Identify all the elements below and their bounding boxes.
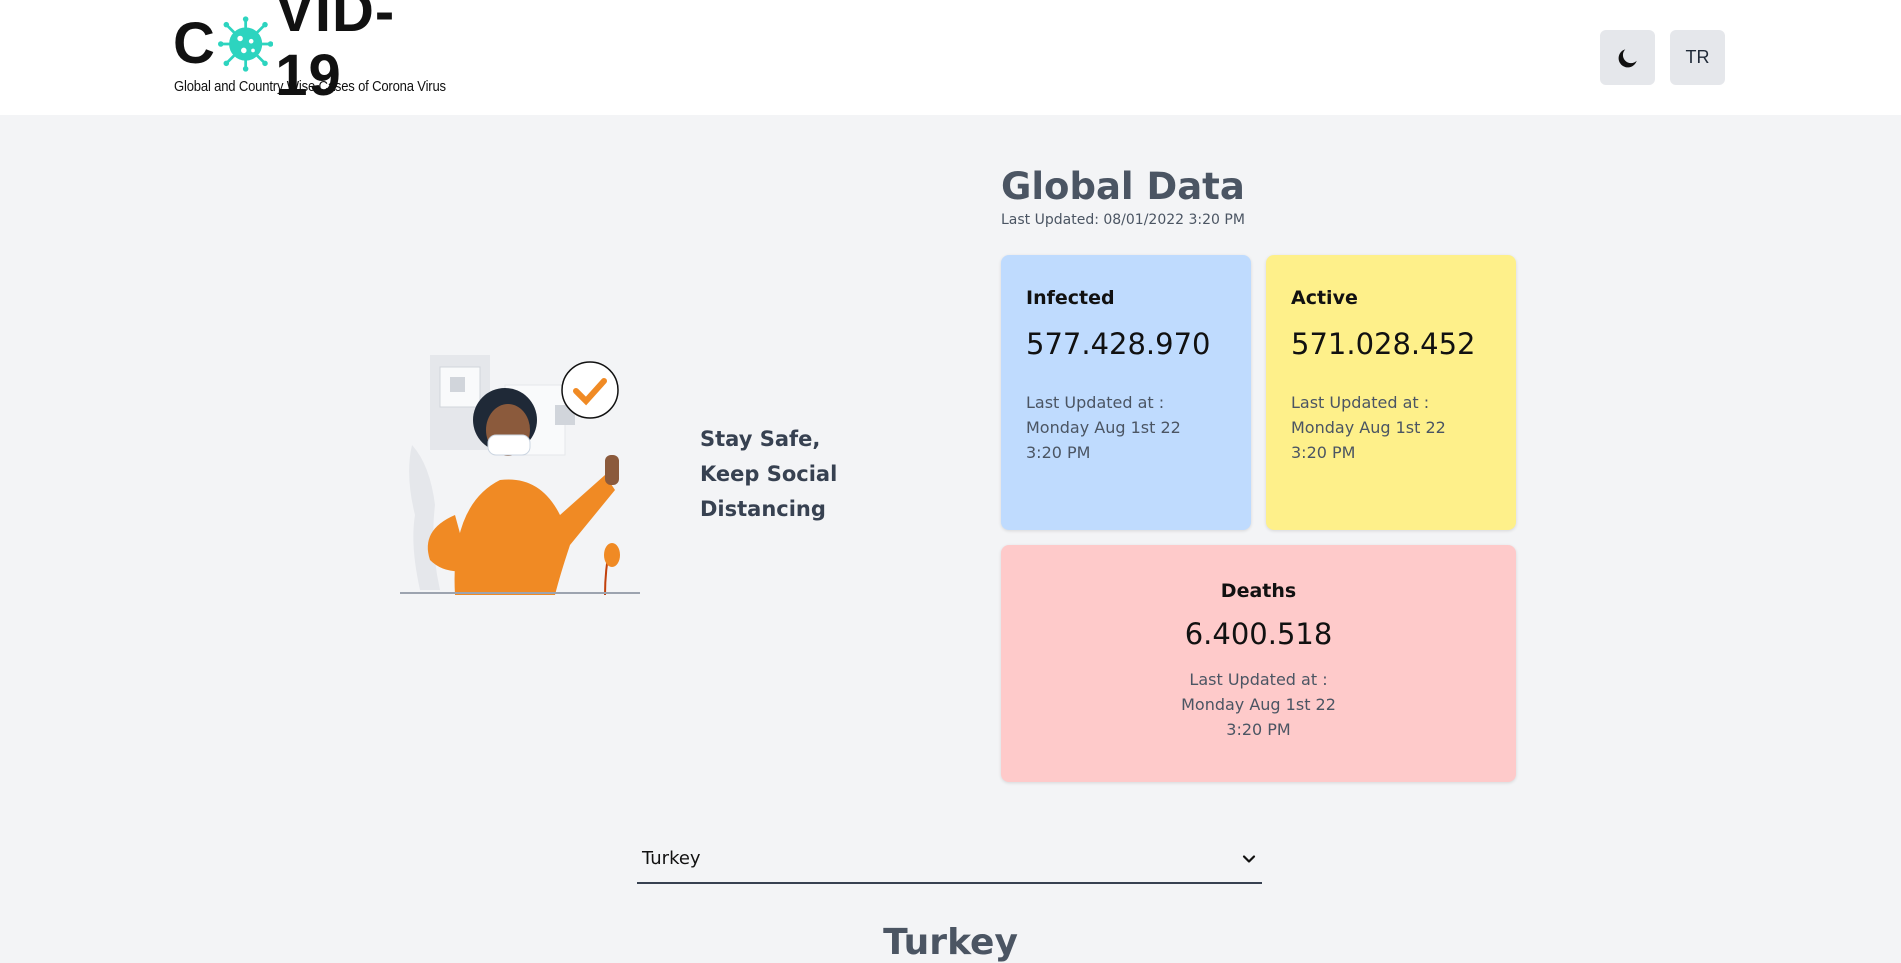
global-last-updated: Last Updated: 08/01/2022 3:20 PM — [1001, 212, 1245, 228]
global-data-title: Global Data — [1001, 165, 1245, 208]
infected-value: 577.428.970 — [1026, 327, 1211, 361]
updated-line: Last Updated at : — [1026, 393, 1165, 412]
covid-logo[interactable]: C VID-19 Global and Country Wise Cases o… — [173, 0, 453, 108]
infected-updated: Last Updated at : Monday Aug 1st 22 3:20… — [1026, 390, 1236, 465]
infected-card: Infected 577.428.970 Last Updated at : M… — [1001, 255, 1251, 530]
active-value: 571.028.452 — [1291, 327, 1476, 361]
moon-icon — [1618, 48, 1637, 67]
theme-toggle-button[interactable] — [1600, 30, 1655, 85]
updated-line: Last Updated at : — [1189, 670, 1328, 689]
updated-line: 3:20 PM — [1226, 720, 1291, 739]
updated-line: Monday Aug 1st 22 — [1291, 418, 1446, 437]
updated-line: Last Updated at : — [1291, 393, 1430, 412]
slogan-line: Stay Safe, — [700, 427, 821, 451]
country-heading: Turkey — [883, 922, 1018, 963]
updated-line: Monday Aug 1st 22 — [1026, 418, 1181, 437]
deaths-label: Deaths — [1220, 580, 1297, 602]
active-updated: Last Updated at : Monday Aug 1st 22 3:20… — [1291, 390, 1501, 465]
active-card: Active 571.028.452 Last Updated at : Mon… — [1266, 255, 1516, 530]
country-select-value: Turkey — [642, 848, 701, 869]
language-button[interactable]: TR — [1670, 30, 1725, 85]
infected-label: Infected — [1026, 287, 1115, 309]
updated-line: 3:20 PM — [1026, 443, 1091, 462]
logo-subtitle: Global and Country Wise Cases of Corona … — [174, 78, 446, 95]
logo-letter-c: C — [173, 11, 216, 76]
slogan-line: Keep Social — [700, 462, 838, 486]
virus-icon — [217, 16, 274, 72]
chevron-down-icon — [1242, 855, 1256, 863]
stay-safe-slogan: Stay Safe, Keep Social Distancing — [700, 422, 860, 527]
header: C VID-19 Global and Country Wise Cases o… — [0, 0, 1901, 115]
country-select[interactable]: Turkey — [637, 838, 1262, 884]
deaths-updated: Last Updated at : Monday Aug 1st 22 3:20… — [1001, 667, 1516, 742]
updated-line: Monday Aug 1st 22 — [1181, 695, 1336, 714]
slogan-line: Distancing — [700, 497, 826, 521]
updated-line: 3:20 PM — [1291, 443, 1356, 462]
deaths-card: Deaths 6.400.518 Last Updated at : Monda… — [1001, 545, 1516, 782]
active-label: Active — [1291, 287, 1358, 309]
woman-mask-thumbs-up-illustration — [400, 355, 640, 595]
deaths-value: 6.400.518 — [1184, 617, 1333, 651]
